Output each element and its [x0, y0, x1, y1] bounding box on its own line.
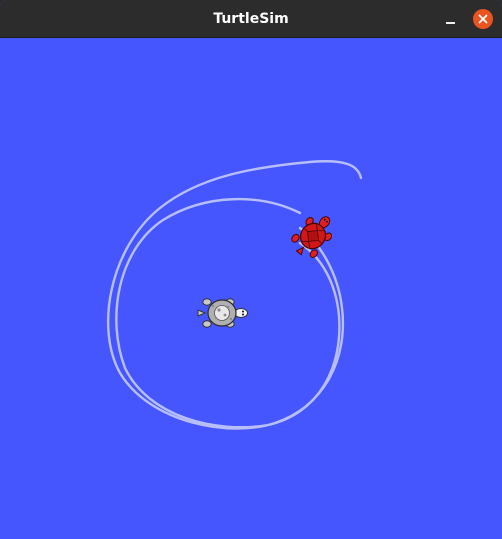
- turtle2-icon: [291, 216, 333, 258]
- turtle1-icon: [197, 298, 248, 328]
- pen-trail: [106, 160, 363, 430]
- turtlesim-window: TurtleSim: [0, 0, 502, 539]
- turtle-canvas: [0, 38, 502, 539]
- window-titlebar[interactable]: TurtleSim: [0, 0, 502, 38]
- close-icon[interactable]: [473, 9, 493, 29]
- minimize-icon[interactable]: [442, 10, 460, 28]
- window-title: TurtleSim: [213, 11, 289, 27]
